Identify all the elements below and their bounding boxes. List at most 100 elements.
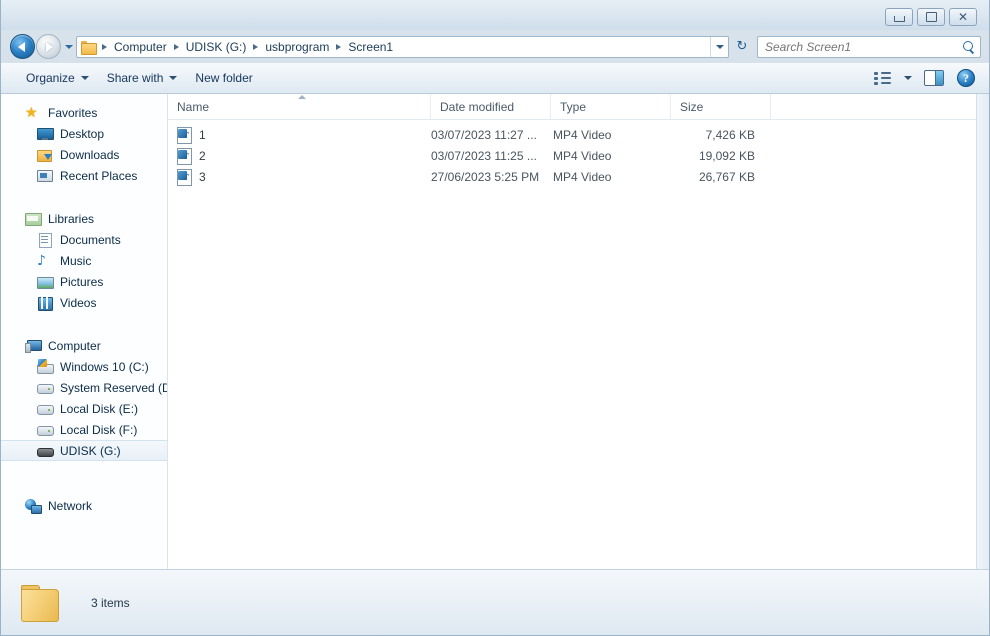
- mp4-video-icon: ♪: [177, 168, 192, 186]
- breadcrumb-item-computer[interactable]: Computer: [110, 38, 171, 56]
- sidebar-label: Videos: [60, 295, 97, 310]
- sidebar-item-downloads[interactable]: Downloads: [1, 144, 167, 165]
- explorer-body: ★ Favorites Desktop Downloads Recent Pla…: [1, 94, 989, 570]
- column-header-filler: [771, 94, 976, 119]
- file-name: 3: [199, 169, 206, 184]
- restore-icon: [925, 12, 937, 22]
- libraries-icon: [25, 211, 42, 227]
- window-right-gutter: [977, 94, 989, 570]
- sidebar-label: Downloads: [60, 147, 120, 162]
- column-header-date-modified[interactable]: Date modified: [431, 94, 551, 119]
- arrow-left-icon: [18, 41, 25, 52]
- sidebar-item-libraries[interactable]: Libraries: [1, 208, 167, 229]
- file-size: 26,767 KB: [698, 169, 755, 184]
- table-row[interactable]: ♪ 2 03/07/2023 11:25 ... MP4 Video 19,09…: [168, 145, 976, 166]
- sidebar-item-windows-c[interactable]: Windows 10 (C:): [1, 356, 167, 377]
- window-controls: ✕: [885, 8, 977, 26]
- help-icon: ?: [957, 69, 975, 87]
- sidebar-item-music[interactable]: ♪ Music: [1, 250, 167, 271]
- file-size: 7,426 KB: [705, 127, 755, 142]
- column-header-row: Name Date modified Type Size: [168, 94, 976, 120]
- command-toolbar: Organize Share with New folder ?: [1, 63, 989, 94]
- change-view-button[interactable]: [867, 66, 897, 90]
- preview-pane-icon: [924, 70, 944, 86]
- column-label: Date modified: [440, 99, 515, 114]
- recent-pages-button[interactable]: [61, 36, 76, 58]
- sidebar-item-computer[interactable]: Computer: [1, 335, 167, 356]
- minimize-button[interactable]: [885, 8, 913, 26]
- sidebar-item-recent-places[interactable]: Recent Places: [1, 165, 167, 186]
- windows-drive-icon: [37, 358, 54, 375]
- share-with-button[interactable]: Share with: [98, 67, 187, 89]
- preview-pane-button[interactable]: [919, 66, 949, 90]
- column-label: Name: [177, 99, 210, 114]
- breadcrumb-separator-icon: [253, 43, 259, 50]
- column-header-type[interactable]: Type: [551, 94, 671, 119]
- organize-button[interactable]: Organize: [17, 67, 98, 89]
- breadcrumb-separator-icon: [173, 43, 179, 50]
- file-list: ♪ 1 03/07/2023 11:27 ... MP4 Video 7,426…: [168, 120, 976, 187]
- column-label: Type: [560, 99, 587, 114]
- recent-places-icon: [37, 168, 53, 184]
- breadcrumb-item-screen1[interactable]: Screen1: [344, 38, 397, 56]
- share-with-label: Share with: [106, 71, 164, 85]
- column-header-name[interactable]: Name: [168, 94, 431, 119]
- address-breadcrumb-bar[interactable]: Computer UDISK (G:) usbprogram Screen1: [76, 35, 729, 58]
- close-button[interactable]: ✕: [949, 8, 977, 26]
- file-date-modified: 03/07/2023 11:27 ...: [431, 127, 537, 142]
- usb-drive-icon: [37, 443, 54, 459]
- file-name-cell: ♪ 2: [168, 147, 431, 165]
- sidebar-item-local-disk-e[interactable]: Local Disk (E:): [1, 398, 167, 419]
- table-row[interactable]: ♪ 3 27/06/2023 5:25 PM MP4 Video 26,767 …: [168, 166, 976, 187]
- sidebar-item-documents[interactable]: Documents: [1, 229, 167, 250]
- table-row[interactable]: ♪ 1 03/07/2023 11:27 ... MP4 Video 7,426…: [168, 124, 976, 145]
- sidebar-label: Network: [48, 498, 93, 513]
- sidebar-item-videos[interactable]: Videos: [1, 292, 167, 313]
- sort-ascending-icon: [298, 95, 306, 99]
- file-name: 1: [199, 127, 206, 142]
- sidebar-item-udisk-g[interactable]: UDISK (G:): [1, 440, 167, 461]
- sidebar-item-desktop[interactable]: Desktop: [1, 123, 167, 144]
- sidebar-item-local-disk-f[interactable]: Local Disk (F:): [1, 419, 167, 440]
- search-box[interactable]: [757, 35, 981, 58]
- file-list-pane[interactable]: Name Date modified Type Size ♪ 1 03/07/2…: [168, 94, 977, 570]
- sidebar-label: Music: [60, 253, 92, 268]
- navigation-pane[interactable]: ★ Favorites Desktop Downloads Recent Pla…: [1, 94, 168, 570]
- sidebar-label: System Reserved (D:: [60, 380, 168, 395]
- sidebar-label: Favorites: [48, 105, 98, 120]
- sidebar-label: Computer: [48, 338, 101, 353]
- nav-group-computer: Computer Windows 10 (C:) System Reserved…: [1, 335, 167, 461]
- file-type: MP4 Video: [553, 148, 612, 163]
- help-button[interactable]: ?: [951, 66, 981, 90]
- sidebar-item-system-reserved-d[interactable]: System Reserved (D:: [1, 377, 167, 398]
- sidebar-label: Recent Places: [60, 168, 138, 183]
- new-folder-button[interactable]: New folder: [186, 67, 261, 89]
- breadcrumb-item-udisk[interactable]: UDISK (G:): [182, 38, 251, 56]
- refresh-button[interactable]: ↻: [731, 36, 753, 58]
- sidebar-label: Documents: [60, 232, 121, 247]
- address-dropdown-button[interactable]: [710, 36, 728, 57]
- column-header-size[interactable]: Size: [671, 94, 771, 119]
- sidebar-item-favorites[interactable]: ★ Favorites: [1, 102, 167, 123]
- restore-button[interactable]: [917, 8, 945, 26]
- view-dropdown-button[interactable]: [899, 66, 917, 90]
- breadcrumb-item-usbprogram[interactable]: usbprogram: [261, 38, 333, 56]
- hard-drive-icon: [37, 401, 54, 417]
- sidebar-item-network[interactable]: Network: [1, 495, 167, 516]
- file-date-modified: 03/07/2023 11:25 ...: [431, 148, 537, 163]
- sidebar-item-pictures[interactable]: Pictures: [1, 271, 167, 292]
- forward-button[interactable]: [36, 34, 61, 59]
- back-button[interactable]: [10, 34, 35, 59]
- breadcrumb-separator-icon: [102, 43, 107, 50]
- network-icon: [25, 498, 42, 514]
- sidebar-label: Desktop: [60, 126, 105, 141]
- desktop-icon: [37, 126, 54, 142]
- new-folder-label: New folder: [195, 71, 253, 85]
- search-input[interactable]: [765, 39, 962, 54]
- title-bar: ✕: [1, 0, 989, 30]
- file-type: MP4 Video: [553, 127, 612, 142]
- downloads-icon: [37, 147, 53, 163]
